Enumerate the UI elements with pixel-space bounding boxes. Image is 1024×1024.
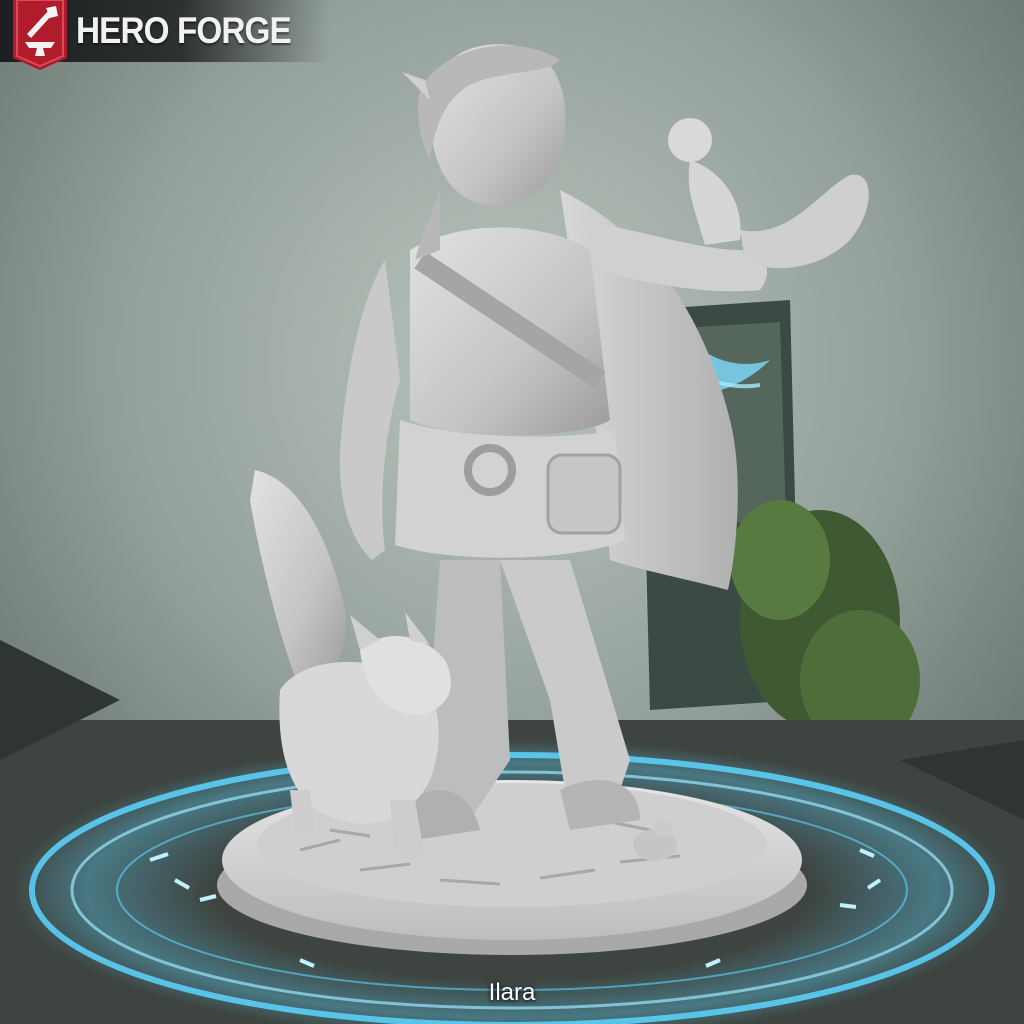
hero-forge-logo[interactable]: HERO FORGE <box>0 0 330 70</box>
brand-name: HERO FORGE <box>76 10 292 51</box>
torso <box>395 227 625 558</box>
anvil-hammer-icon <box>13 0 67 70</box>
miniature-viewport[interactable] <box>0 0 1024 1024</box>
miniature-name: Ilara <box>488 979 536 1006</box>
